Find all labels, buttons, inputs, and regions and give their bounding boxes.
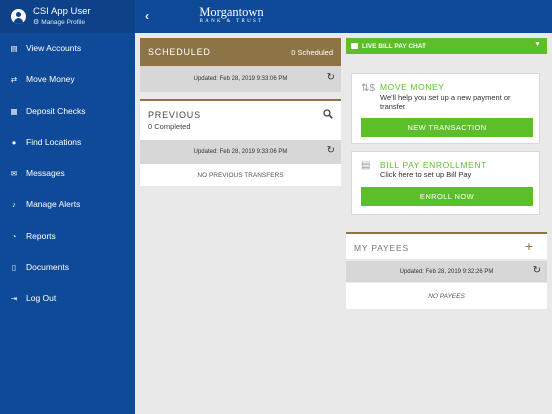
top-header: ‹ Morgantown BANK & TRUST (135, 0, 552, 33)
payees-updated-bar: Updated: Feb 28, 2019 9:32:26 PM ↻ (346, 261, 547, 282)
nav-find-locations[interactable]: ● Find Locations (0, 132, 135, 152)
new-transaction-button[interactable]: NEW TRANSACTION (361, 118, 533, 137)
add-payee-plus-icon[interactable]: + (525, 238, 533, 254)
my-payees-title: MY PAYEES (354, 243, 409, 253)
nav-log-out[interactable]: ⇥ Log Out (0, 288, 135, 308)
nav-messages[interactable]: ✉ Messages (0, 163, 135, 183)
chevron-down-icon: ▼ (534, 41, 541, 48)
logout-icon: ⇥ (10, 293, 18, 303)
chat-bubble-icon (351, 43, 358, 49)
scheduled-header[interactable]: SCHEDULED 0 Scheduled (140, 38, 341, 66)
user-avatar-icon (11, 9, 26, 24)
mail-icon: ✉ (10, 168, 18, 178)
enrollment-title: BILL PAY ENROLLMENT (380, 160, 487, 170)
move-money-icon: ⇄ (10, 74, 18, 84)
enroll-now-button[interactable]: ENROLL NOW (361, 187, 533, 206)
nav-move-money[interactable]: ⇄ Move Money (0, 69, 135, 89)
no-payees: NO PAYEES (346, 283, 547, 309)
user-name: CSI App User (33, 5, 91, 17)
nav-view-accounts[interactable]: ▤ View Accounts (0, 38, 135, 58)
deposit-icon: ▦ (10, 106, 18, 116)
nav-reports[interactable]: ◔ Reports (0, 226, 135, 246)
previous-title: PREVIOUS (148, 110, 201, 120)
previous-count: 0 Completed (148, 122, 191, 131)
pie-chart-icon: ◔ (11, 231, 17, 241)
scheduled-updated-text: Updated: Feb 28, 2019 9:33:06 PM (193, 76, 288, 82)
live-bill-pay-chat-bar[interactable]: LIVE BILL PAY CHAT ▼ (346, 38, 547, 54)
dollar-transfer-icon: ⇅$ (361, 83, 375, 94)
scheduled-count: 0 Scheduled (291, 47, 333, 57)
move-money-description: We'll help you set up a new payment or t… (380, 93, 511, 111)
scheduled-title: SCHEDULED (148, 47, 211, 57)
previous-updated-text: Updated: Feb 28, 2019 9:33:06 PM (193, 149, 288, 155)
manage-profile-link[interactable]: ⚙ Manage Profile (33, 19, 91, 26)
move-money-title: MOVE MONEY (380, 82, 445, 92)
move-money-card: ⇅$ MOVE MONEY We'll help you set up a ne… (351, 73, 540, 144)
enrollment-description: Click here to set up Bill Pay (380, 170, 472, 179)
location-icon: ● (11, 137, 17, 147)
nav-deposit-checks[interactable]: ▦ Deposit Checks (0, 101, 135, 121)
refresh-icon[interactable]: ↻ (327, 72, 335, 83)
no-previous-transfers: NO PREVIOUS TRANSFERS (140, 164, 341, 186)
accounts-icon: ▤ (10, 43, 18, 53)
previous-updated-bar: Updated: Feb 28, 2019 9:33:06 PM ↻ (140, 140, 341, 164)
back-chevron-icon[interactable]: ‹ (140, 9, 154, 23)
bill-pay-enrollment-card: ▤ BILL PAY ENROLLMENT Click here to set … (351, 151, 540, 215)
nav-documents[interactable]: ▯ Documents (0, 257, 135, 277)
search-icon[interactable] (323, 109, 333, 119)
nav-manage-alerts[interactable]: ♪ Manage Alerts (0, 194, 135, 214)
sidebar: CSI App User ⚙ Manage Profile ▤ View Acc… (0, 0, 135, 414)
my-payees-header: MY PAYEES + (346, 232, 547, 259)
refresh-icon[interactable]: ↻ (533, 265, 541, 276)
refresh-icon[interactable]: ↻ (327, 145, 335, 156)
payees-updated-text: Updated: Feb 28, 2019 9:32:26 PM (399, 268, 494, 275)
user-profile[interactable]: CSI App User ⚙ Manage Profile (0, 0, 135, 33)
bell-icon: ♪ (12, 199, 16, 209)
bank-logo: Morgantown BANK & TRUST (199, 5, 264, 24)
scheduled-updated-bar: Updated: Feb 28, 2019 9:33:06 PM ↻ (140, 66, 341, 92)
calendar-icon: ▤ (361, 160, 371, 171)
document-icon: ▯ (11, 262, 17, 272)
gear-icon: ⚙ (33, 19, 40, 27)
previous-header[interactable]: PREVIOUS 0 Completed (140, 99, 341, 140)
